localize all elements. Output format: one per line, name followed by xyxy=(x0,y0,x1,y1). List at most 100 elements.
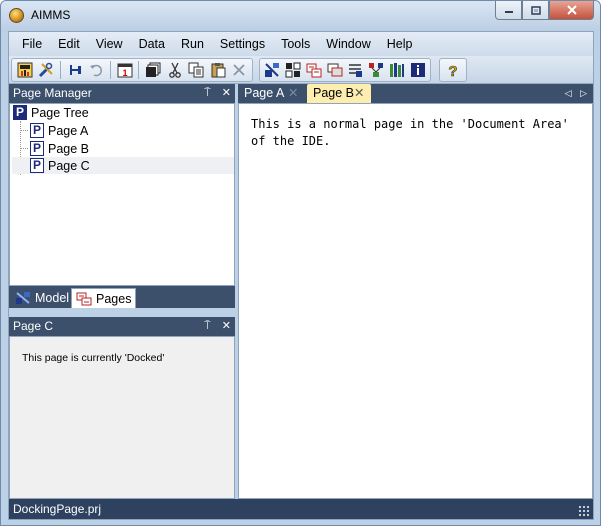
menu-window[interactable]: Window xyxy=(318,32,378,56)
resize-grip-icon[interactable] xyxy=(578,505,590,517)
identifier-selector-button[interactable] xyxy=(284,60,303,80)
tab-scroll-right-button[interactable]: ▷ xyxy=(580,88,587,98)
user-icon xyxy=(17,62,33,78)
help-button[interactable]: ? xyxy=(443,60,463,80)
menu-help[interactable]: Help xyxy=(379,32,421,56)
model-tree-icon xyxy=(16,292,30,304)
maximize-button[interactable] xyxy=(522,1,549,20)
toolbar: 1 ? xyxy=(9,56,593,84)
tab-scroll-left-button[interactable]: ◁ xyxy=(565,88,572,98)
docked-page-body: This page is currently 'Docked' xyxy=(9,336,235,499)
paste-button[interactable] xyxy=(208,60,228,80)
data-manager-icon xyxy=(369,63,384,77)
aimms-window: AIMMS File Edit View Data Run Settings T… xyxy=(0,0,601,526)
menu-builder-icon xyxy=(349,64,363,77)
main-frame: File Edit View Data Run Settings Tools W… xyxy=(8,31,594,520)
document-area: This is a normal page in the 'Document A… xyxy=(238,103,593,499)
tree-item-page-c[interactable]: P Page C xyxy=(12,157,234,174)
cut-button[interactable] xyxy=(165,60,185,80)
undo-button[interactable] xyxy=(86,60,106,80)
tab-page-a-close-button[interactable]: ✕ xyxy=(288,84,298,103)
menu-settings[interactable]: Settings xyxy=(212,32,273,56)
minimize-button[interactable] xyxy=(495,1,522,20)
page-manager-pin-button[interactable]: ⍑ xyxy=(204,87,211,99)
tree-item-page-b[interactable]: P Page B xyxy=(30,140,89,157)
tab-page-b-close-button[interactable]: ✕ xyxy=(354,84,364,103)
tree-item-page-a[interactable]: P Page A xyxy=(30,122,88,139)
data-manager-button[interactable] xyxy=(367,60,386,80)
calendar-day: 1 xyxy=(122,68,127,78)
tools-button[interactable] xyxy=(37,60,57,80)
close-button[interactable] xyxy=(549,1,594,20)
menu-run[interactable]: Run xyxy=(173,32,212,56)
title-bar: AIMMS xyxy=(1,1,600,31)
docked-page-text: This page is currently 'Docked' xyxy=(22,352,165,364)
page-icon: P xyxy=(30,123,44,138)
tree-item-page-tree[interactable]: P Page Tree xyxy=(13,104,89,121)
menu-tools[interactable]: Tools xyxy=(273,32,318,56)
page-manager-close-button[interactable]: ✕ xyxy=(222,87,231,99)
page-manager-button[interactable] xyxy=(305,60,324,80)
menu-edit[interactable]: Edit xyxy=(50,32,88,56)
cut-icon xyxy=(168,62,181,78)
menu-data[interactable]: Data xyxy=(131,32,173,56)
tree-item-label: Page B xyxy=(48,141,90,156)
page-manager-tabs: Model Pages xyxy=(9,286,235,308)
tab-page-a[interactable]: Page A ✕ xyxy=(238,84,306,103)
tab-page-b[interactable]: Page B ✕ xyxy=(307,84,371,103)
tree-item-label: Page Tree xyxy=(31,105,89,120)
close-icon xyxy=(566,5,577,15)
document-text-line-1: This is a normal page in the 'Document A… xyxy=(251,117,569,131)
status-bar: DockingPage.prj xyxy=(9,499,593,519)
copy-icon xyxy=(188,62,204,78)
minimize-icon xyxy=(504,11,513,13)
delete-button[interactable] xyxy=(229,60,249,80)
model-explorer-button[interactable] xyxy=(263,60,282,80)
window-title: AIMMS xyxy=(31,8,71,22)
docked-page-pin-button[interactable]: ⍑ xyxy=(204,320,211,332)
page-tree-icon: P xyxy=(13,105,27,120)
page-tree: P Page Tree P Page A P Page B P Page C xyxy=(9,103,235,286)
library-manager-icon xyxy=(389,63,404,77)
pages-tree-icon xyxy=(76,292,92,305)
page-manager-title: Page Manager xyxy=(13,86,92,100)
docked-page-header: Page C ⍑ ✕ xyxy=(9,317,235,336)
page-manager-icon xyxy=(306,63,322,78)
tab-page-a-label: Page A xyxy=(244,86,285,100)
pin-button[interactable] xyxy=(65,60,85,80)
toolbar-group-tools xyxy=(259,58,431,82)
maximize-icon xyxy=(530,5,541,15)
menu-view[interactable]: View xyxy=(88,32,131,56)
copy-pages-icon xyxy=(146,62,161,77)
delete-icon xyxy=(233,64,245,76)
info-button[interactable] xyxy=(408,60,427,80)
library-manager-button[interactable] xyxy=(388,60,407,80)
copy-button[interactable] xyxy=(186,60,206,80)
menu-file[interactable]: File xyxy=(14,32,50,56)
calendar-icon: 1 xyxy=(117,63,133,78)
calendar-button[interactable]: 1 xyxy=(115,60,135,80)
model-explorer-icon xyxy=(265,63,280,77)
tab-model[interactable]: Model xyxy=(11,288,73,308)
identifier-selector-icon xyxy=(285,62,301,78)
page-icon: P xyxy=(30,158,44,173)
menu-bar: File Edit View Data Run Settings Tools W… xyxy=(9,32,593,56)
copy-pages-button[interactable] xyxy=(143,60,163,80)
paste-icon xyxy=(211,63,226,78)
tab-pages[interactable]: Pages xyxy=(71,288,137,308)
template-manager-button[interactable] xyxy=(325,60,344,80)
page-manager-header: Page Manager ⍑ ✕ xyxy=(9,84,235,103)
page-icon: P xyxy=(30,141,44,156)
tools-icon xyxy=(39,62,53,78)
info-icon xyxy=(410,63,425,77)
docked-page-close-button[interactable]: ✕ xyxy=(222,320,231,332)
aimms-logo-icon xyxy=(9,8,24,23)
document-text-line-2: of the IDE. xyxy=(251,134,331,148)
tree-item-label: Page C xyxy=(48,158,90,173)
menu-builder-button[interactable] xyxy=(346,60,365,80)
toolbar-group-help: ? xyxy=(439,58,467,82)
tree-item-label: Page A xyxy=(48,123,89,138)
user-button[interactable] xyxy=(15,60,35,80)
docked-page-title: Page C xyxy=(13,319,54,333)
help-icon: ? xyxy=(448,63,458,78)
